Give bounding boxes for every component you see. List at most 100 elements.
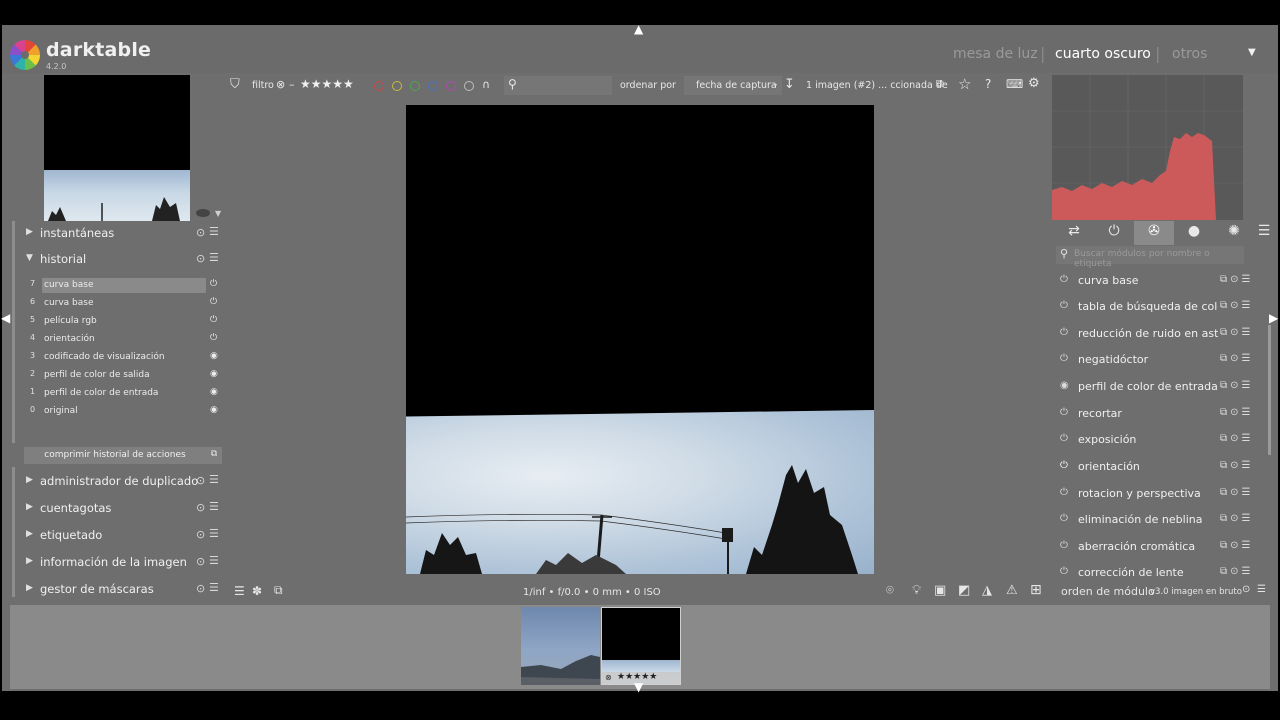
module-haze-removal[interactable]: ⏻ eliminación de neblina ⧉⊙☰ xyxy=(1056,508,1266,534)
module-controls-icon[interactable]: ⧉⊙☰ xyxy=(1220,327,1253,338)
history-item[interactable]: 0 original ◉ xyxy=(24,403,224,421)
reset-icon[interactable]: ⊙ xyxy=(196,252,205,265)
quick-access-tab-icon[interactable]: ⇄ xyxy=(1054,221,1094,245)
sort-direction-icon[interactable]: ↧ xyxy=(784,77,795,92)
create-style-icon[interactable]: ⧉ xyxy=(206,447,222,464)
reset-icon[interactable]: ⊙ xyxy=(196,501,205,514)
module-exposure[interactable]: ⏻ exposición ⧉⊙☰ xyxy=(1056,428,1266,454)
active-modules-tab-icon[interactable]: ⏻ xyxy=(1094,221,1134,245)
presets-menu-icon[interactable]: ☰ xyxy=(209,581,219,594)
filmstrip-thumbnail-selected[interactable]: ⊗ ★★★★★ xyxy=(601,607,681,685)
module-controls-icon[interactable]: ⧉⊙☰ xyxy=(1220,540,1253,551)
views-dropdown-icon[interactable]: ▼ xyxy=(1248,47,1256,58)
sort-order-select[interactable]: fecha de captura ⌄ xyxy=(684,76,782,95)
module-search-input[interactable]: Buscar módulos por nombre o etiqueta xyxy=(1056,246,1244,269)
module-color-picker[interactable]: ▶ cuentagotas ⊙ ☰ xyxy=(10,496,224,522)
presets-menu-icon[interactable]: ☰ xyxy=(209,500,219,513)
second-window-icon[interactable]: ⧉ xyxy=(274,583,283,598)
color-label-purple-icon[interactable] xyxy=(446,81,456,91)
bottom-panel-toggle-icon[interactable]: ▼ xyxy=(634,680,643,694)
navigation-thumbnail[interactable] xyxy=(44,75,190,221)
filter-icon[interactable]: ⛉ xyxy=(230,77,240,92)
history-item[interactable]: 1 perfil de color de entrada ◉ xyxy=(24,385,224,403)
color-mode-icon[interactable]: ∩ xyxy=(482,78,490,91)
right-panel-toggle-icon[interactable]: ▶ xyxy=(1269,311,1278,325)
color-label-yellow-icon[interactable] xyxy=(392,81,402,91)
power-icon[interactable]: ⏻ xyxy=(1060,487,1068,498)
power-icon[interactable]: ⏻ xyxy=(1060,300,1068,311)
module-rotate-perspective[interactable]: ⏻ rotacion y perspectiva ⧉⊙☰ xyxy=(1056,482,1266,508)
history-item[interactable]: 7 curva base ⏻ xyxy=(24,277,224,295)
module-history[interactable]: ▼ historial ⊙ ☰ xyxy=(10,247,224,273)
quick-access-menu-icon[interactable]: ☰ xyxy=(234,584,245,598)
power-icon[interactable]: ⏻ xyxy=(1060,407,1068,418)
history-item[interactable]: 6 curva base ⏻ xyxy=(24,295,224,313)
module-controls-icon[interactable]: ⧉⊙☰ xyxy=(1220,513,1253,524)
module-controls-icon[interactable]: ⧉⊙☰ xyxy=(1220,566,1253,577)
reset-icon[interactable]: ⊙ xyxy=(196,528,205,541)
reset-icon[interactable]: ⊙ xyxy=(196,582,205,595)
raw-overexposure-icon[interactable]: ▣ xyxy=(934,583,946,598)
color-assessment-bulb-icon[interactable]: 💡︎ xyxy=(912,583,921,598)
top-panel-toggle-icon[interactable]: ▲ xyxy=(634,22,643,36)
module-order[interactable]: orden de módulo v3.0 imagen en bruto ⊙ ☰ xyxy=(1056,581,1278,603)
clipping-indicator-icon[interactable]: ◩ xyxy=(958,583,970,598)
presets-menu-icon[interactable]: ☰ xyxy=(209,554,219,567)
color-label-blue-icon[interactable] xyxy=(428,81,438,91)
settings-gear-icon[interactable]: ⚙ xyxy=(1028,76,1040,91)
power-icon[interactable]: ⏻ xyxy=(1060,353,1068,364)
history-item[interactable]: 3 codificado de visualización ◉ xyxy=(24,349,224,367)
center-view[interactable] xyxy=(228,99,1050,601)
module-controls-icon[interactable]: ⧉⊙☰ xyxy=(1220,380,1253,391)
module-controls-icon[interactable]: ⧉⊙☰ xyxy=(1220,460,1253,471)
power-icon[interactable]: ⏻ xyxy=(1060,513,1068,524)
module-controls-icon[interactable]: ⧉⊙☰ xyxy=(1220,433,1253,444)
module-image-information[interactable]: ▶ información de la imagen ⊙ ☰ xyxy=(10,550,224,576)
gamut-check-warning-icon[interactable]: ⚠ xyxy=(1006,583,1018,598)
base-modules-tab-icon[interactable]: ✇ xyxy=(1134,221,1174,245)
preferences-star-icon[interactable]: ☆ xyxy=(958,75,971,93)
reset-icon[interactable]: ⊙ xyxy=(196,474,205,487)
view-lighttable[interactable]: mesa de luz xyxy=(953,46,1038,62)
navigation-zoom-icon[interactable] xyxy=(196,209,210,217)
history-item[interactable]: 5 película rgb ⏻ xyxy=(24,313,224,331)
histogram[interactable] xyxy=(1052,75,1243,220)
module-controls-icon[interactable]: ⧉⊙☰ xyxy=(1220,300,1253,311)
presets-menu-icon[interactable]: ☰ xyxy=(209,527,219,540)
focus-peaking-icon[interactable]: ⌾ xyxy=(886,583,894,598)
color-label-green-icon[interactable] xyxy=(410,81,420,91)
power-icon[interactable]: ⏻ xyxy=(1060,327,1068,338)
reset-icon[interactable]: ⊙ xyxy=(196,555,205,568)
power-icon[interactable]: ⏻ xyxy=(1060,274,1068,285)
color-modules-tab-icon[interactable]: ● xyxy=(1174,221,1214,245)
module-orientation[interactable]: ⏻ orientación ⧉⊙☰ xyxy=(1056,455,1266,481)
module-chromatic-aberration[interactable]: ⏻ aberración cromática ⧉⊙☰ xyxy=(1056,535,1266,561)
color-label-red-icon[interactable] xyxy=(374,81,384,91)
reset-icon[interactable]: ⊙ xyxy=(196,226,205,239)
module-controls-icon[interactable]: ⧉⊙☰ xyxy=(1220,487,1253,498)
right-panel-scrollbar[interactable] xyxy=(1268,325,1271,455)
reset-icon[interactable]: ⊙ xyxy=(1242,584,1250,595)
power-on-icon[interactable]: ⏻ xyxy=(1060,460,1068,471)
reject-icon[interactable]: ⊗ xyxy=(605,673,612,682)
edited-photo[interactable] xyxy=(406,105,874,574)
history-item[interactable]: 2 perfil de color de salida ◉ xyxy=(24,367,224,385)
module-snapshots[interactable]: ▶ instantáneas ⊙ ☰ xyxy=(10,221,224,247)
module-negadoctor[interactable]: ⏻ negatidóctor ⧉⊙☰ xyxy=(1056,348,1266,374)
module-base-curve[interactable]: ⏻ curva base ⧉⊙☰ xyxy=(1056,269,1266,295)
reject-icon[interactable]: ⊗ xyxy=(276,78,285,91)
styles-icon[interactable]: ✽ xyxy=(252,584,262,598)
softproof-icon[interactable]: ◮ xyxy=(982,583,992,598)
view-darkroom[interactable]: cuarto oscuro xyxy=(1055,46,1151,62)
rating-filter-stars[interactable]: ★★★★★ xyxy=(300,77,354,91)
history-item[interactable]: 4 orientación ⏻ xyxy=(24,331,224,349)
view-other[interactable]: otros xyxy=(1172,46,1207,62)
navigation-dropdown-icon[interactable]: ▼ xyxy=(215,209,221,218)
presets-menu-icon[interactable]: ☰ xyxy=(209,473,219,486)
module-controls-icon[interactable]: ⧉⊙☰ xyxy=(1220,274,1253,285)
correct-modules-tab-icon[interactable]: ✺ xyxy=(1214,221,1254,245)
module-mask-manager[interactable]: ▶ gestor de máscaras ⊙ ☰ xyxy=(10,577,224,603)
module-lens-correction[interactable]: ⏻ corrección de lente ⧉⊙☰ xyxy=(1056,561,1266,581)
help-icon[interactable]: ? xyxy=(985,77,991,91)
presets-menu-icon[interactable]: ☰ xyxy=(209,251,219,264)
